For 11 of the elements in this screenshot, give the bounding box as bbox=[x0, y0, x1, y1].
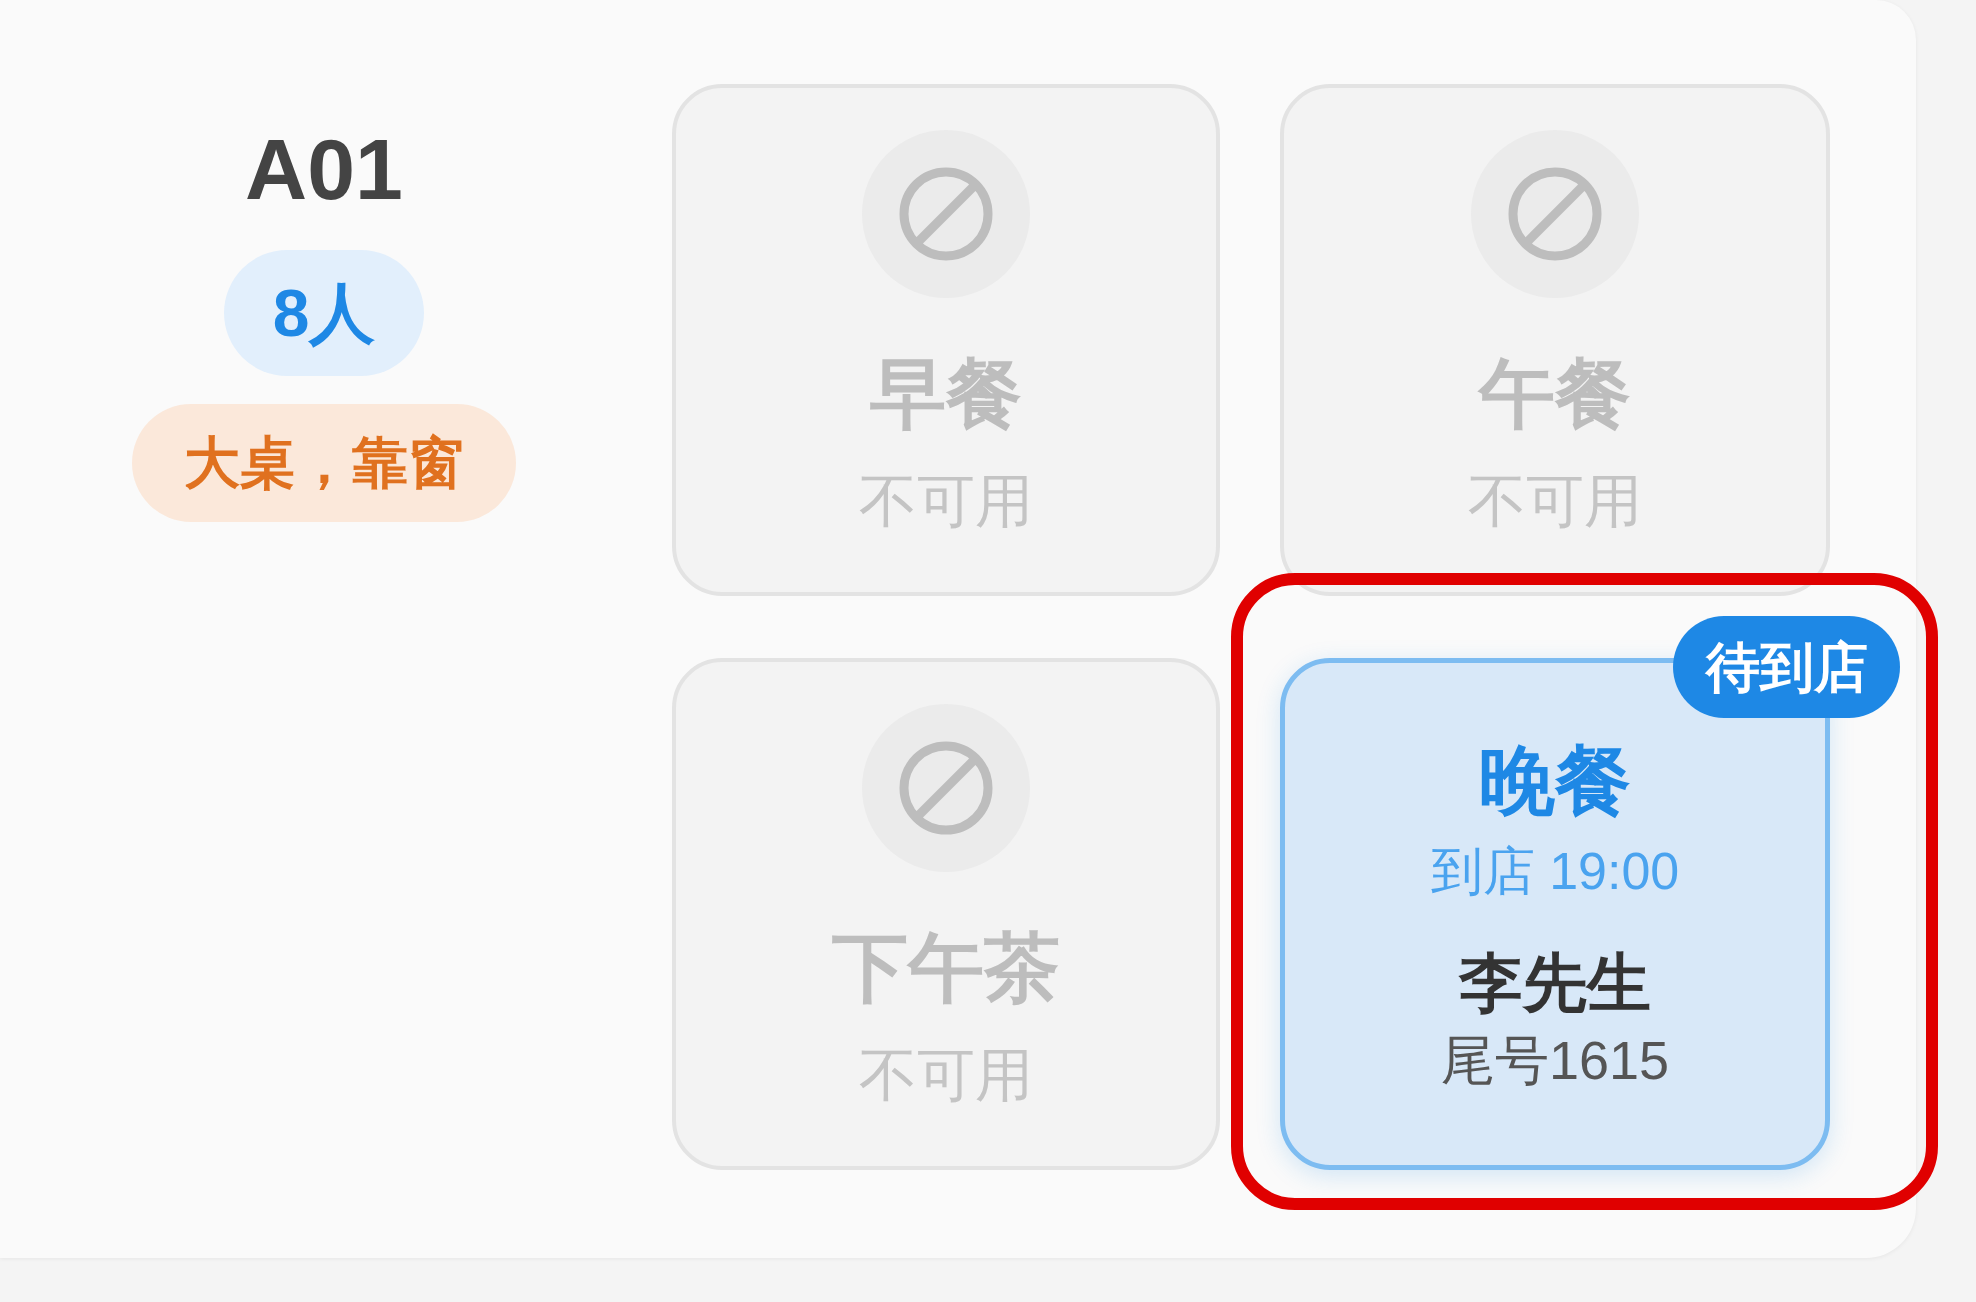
status-badge: 待到店 bbox=[1673, 616, 1900, 718]
capacity-badge: 8人 bbox=[224, 250, 424, 376]
unavailable-icon bbox=[862, 130, 1030, 298]
arrival-time: 到店 19:00 bbox=[1430, 845, 1680, 897]
table-number: A01 bbox=[245, 126, 403, 212]
unavailable-icon bbox=[1471, 130, 1639, 298]
unavailable-icon bbox=[862, 704, 1030, 872]
meal-name: 晚餐 bbox=[1479, 743, 1631, 819]
phone-tail: 尾号1615 bbox=[1440, 1033, 1670, 1087]
table-tag: 大桌，靠窗 bbox=[132, 404, 516, 522]
guest-name: 李先生 bbox=[1459, 951, 1651, 1015]
